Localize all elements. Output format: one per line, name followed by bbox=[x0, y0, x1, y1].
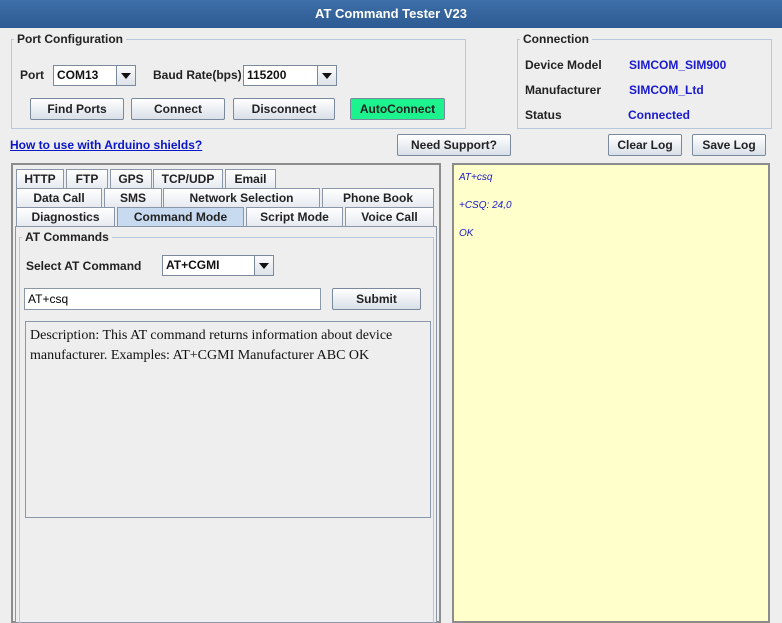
title-bar: AT Command Tester V23 bbox=[0, 0, 782, 28]
log-panel[interactable]: AT+csq +CSQ: 24,0 OK bbox=[452, 163, 770, 623]
description-text: Description: This AT command returns inf… bbox=[25, 321, 431, 518]
chevron-down-icon[interactable] bbox=[317, 66, 336, 85]
baud-rate-label: Baud Rate(bps) bbox=[153, 68, 242, 82]
tab-sms[interactable]: SMS bbox=[104, 188, 162, 207]
log-line: OK bbox=[459, 228, 474, 239]
at-commands-legend: AT Commands bbox=[25, 230, 109, 244]
manufacturer-value: SIMCOM_Ltd bbox=[629, 83, 704, 97]
chevron-down-icon[interactable] bbox=[116, 66, 135, 85]
select-at-command-label: Select AT Command bbox=[26, 259, 142, 273]
tab-gps[interactable]: GPS bbox=[110, 169, 152, 188]
tab-email[interactable]: Email bbox=[225, 169, 276, 188]
connect-button[interactable]: Connect bbox=[131, 98, 225, 120]
tab-data-call[interactable]: Data Call bbox=[16, 188, 102, 207]
arduino-help-link[interactable]: How to use with Arduino shields? bbox=[10, 138, 202, 152]
baud-rate-select[interactable]: 115200 bbox=[243, 65, 337, 86]
connection-legend: Connection bbox=[523, 32, 589, 46]
tab-ftp[interactable]: FTP bbox=[66, 169, 108, 188]
device-model-label: Device Model bbox=[525, 58, 602, 72]
port-label: Port bbox=[20, 68, 44, 82]
tab-command-mode[interactable]: Command Mode bbox=[117, 207, 244, 227]
log-line: AT+csq bbox=[459, 172, 493, 183]
submit-button[interactable]: Submit bbox=[332, 288, 421, 310]
tab-phone-book[interactable]: Phone Book bbox=[322, 188, 434, 207]
tab-tcp-udp[interactable]: TCP/UDP bbox=[153, 169, 223, 188]
disconnect-button[interactable]: Disconnect bbox=[233, 98, 335, 120]
log-line: +CSQ: 24,0 bbox=[459, 200, 512, 211]
port-select[interactable]: COM13 bbox=[53, 65, 136, 86]
tab-diagnostics[interactable]: Diagnostics bbox=[16, 207, 115, 226]
baud-rate-value: 115200 bbox=[247, 68, 287, 82]
tab-script-mode[interactable]: Script Mode bbox=[246, 207, 343, 226]
clear-log-button[interactable]: Clear Log bbox=[608, 134, 682, 156]
port-select-value: COM13 bbox=[57, 68, 99, 82]
app-title: AT Command Tester V23 bbox=[315, 6, 467, 21]
status-label: Status bbox=[525, 108, 562, 122]
need-support-button[interactable]: Need Support? bbox=[397, 134, 511, 156]
chevron-down-icon[interactable] bbox=[254, 256, 273, 275]
save-log-button[interactable]: Save Log bbox=[692, 134, 766, 156]
find-ports-button[interactable]: Find Ports bbox=[30, 98, 124, 120]
at-command-input[interactable] bbox=[24, 288, 321, 310]
tab-voice-call[interactable]: Voice Call bbox=[345, 207, 434, 226]
at-command-select[interactable]: AT+CGMI bbox=[162, 255, 274, 276]
port-configuration-legend: Port Configuration bbox=[17, 32, 123, 46]
status-value: Connected bbox=[628, 108, 691, 122]
tab-network-selection[interactable]: Network Selection bbox=[163, 188, 320, 207]
at-command-select-value: AT+CGMI bbox=[166, 258, 220, 272]
autoconnect-button[interactable]: AutoConnect bbox=[350, 98, 445, 120]
tab-http[interactable]: HTTP bbox=[16, 169, 64, 188]
device-model-value: SIMCOM_SIM900 bbox=[629, 58, 727, 72]
manufacturer-label: Manufacturer bbox=[525, 83, 602, 97]
